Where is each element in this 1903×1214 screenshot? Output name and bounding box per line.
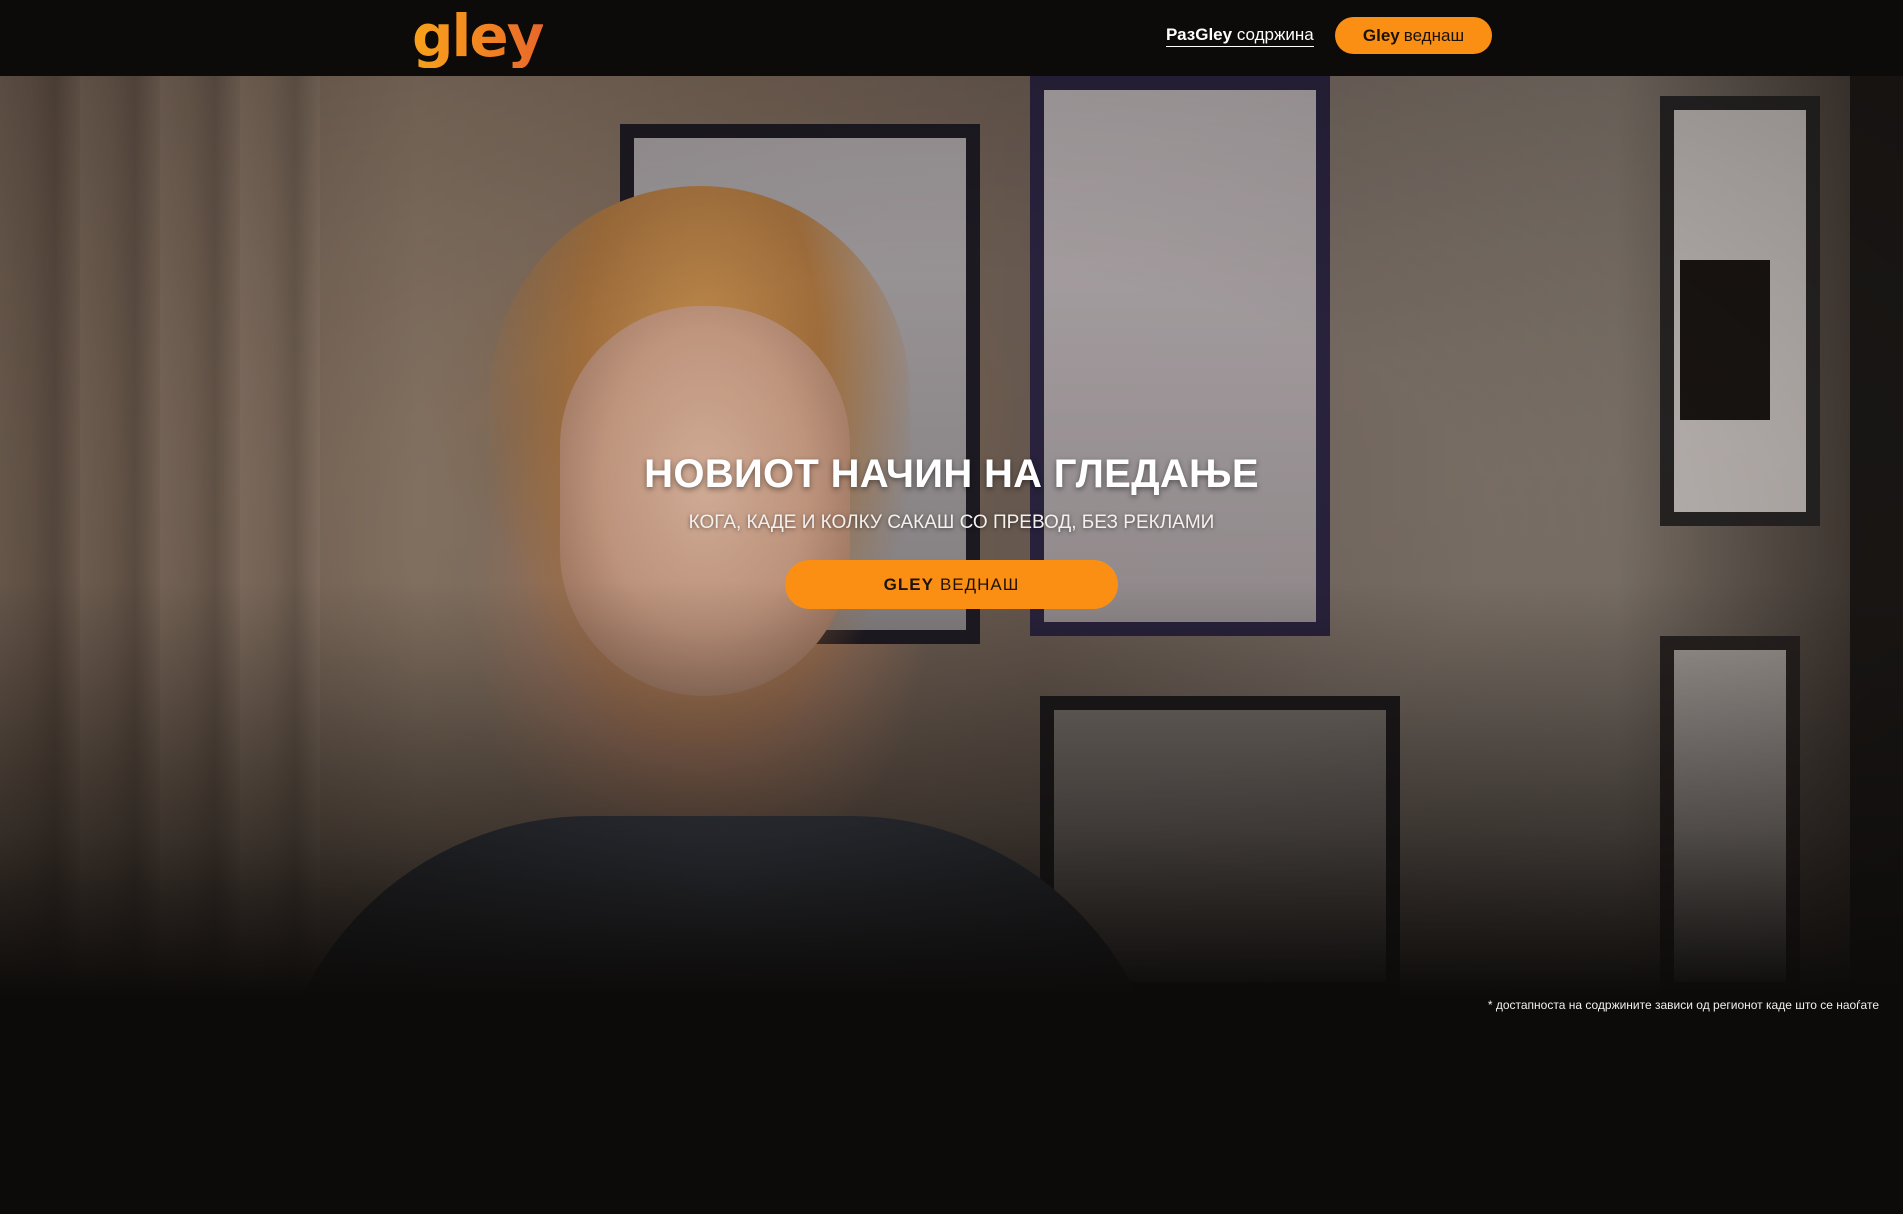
cta-top-strong: Gley [1362, 25, 1400, 45]
nav-link-rest: содржина [1236, 25, 1314, 44]
discover-content-link[interactable]: РазGley содржина [1166, 25, 1314, 47]
nav-link-strong: РазGley [1166, 25, 1233, 44]
landing-page: gley РазGley содржина Gley веднаш НОВИОТ… [0, 0, 1903, 1214]
hero-subtitle: КОГА, КАДЕ И КОЛКУ САКАШ СО ПРЕВОД, БЕЗ … [688, 512, 1215, 533]
gley-now-header-button[interactable]: Gley веднаш [1335, 17, 1492, 54]
hero-section: НОВИОТ НАЧИН НА ГЛЕДАЊЕ КОГА, КАДЕ И КОЛ… [0, 76, 1903, 996]
hero-gradient-overlay [0, 76, 1903, 996]
gley-logo[interactable]: gley [412, 4, 545, 68]
hero-title: НОВИОТ НАЧИН НА ГЛЕДАЊЕ [644, 452, 1259, 496]
cta-top-rest: веднаш [1403, 25, 1465, 45]
availability-footnote: * достапноста на содржините зависи од ре… [1487, 998, 1879, 1012]
cta-hero-rest: ВЕДНАШ [939, 574, 1020, 594]
cta-hero-strong: GLEY [883, 574, 934, 594]
top-header: gley РазGley содржина Gley веднаш [0, 0, 1903, 76]
gley-now-hero-button[interactable]: GLEY ВЕДНАШ [785, 560, 1118, 609]
